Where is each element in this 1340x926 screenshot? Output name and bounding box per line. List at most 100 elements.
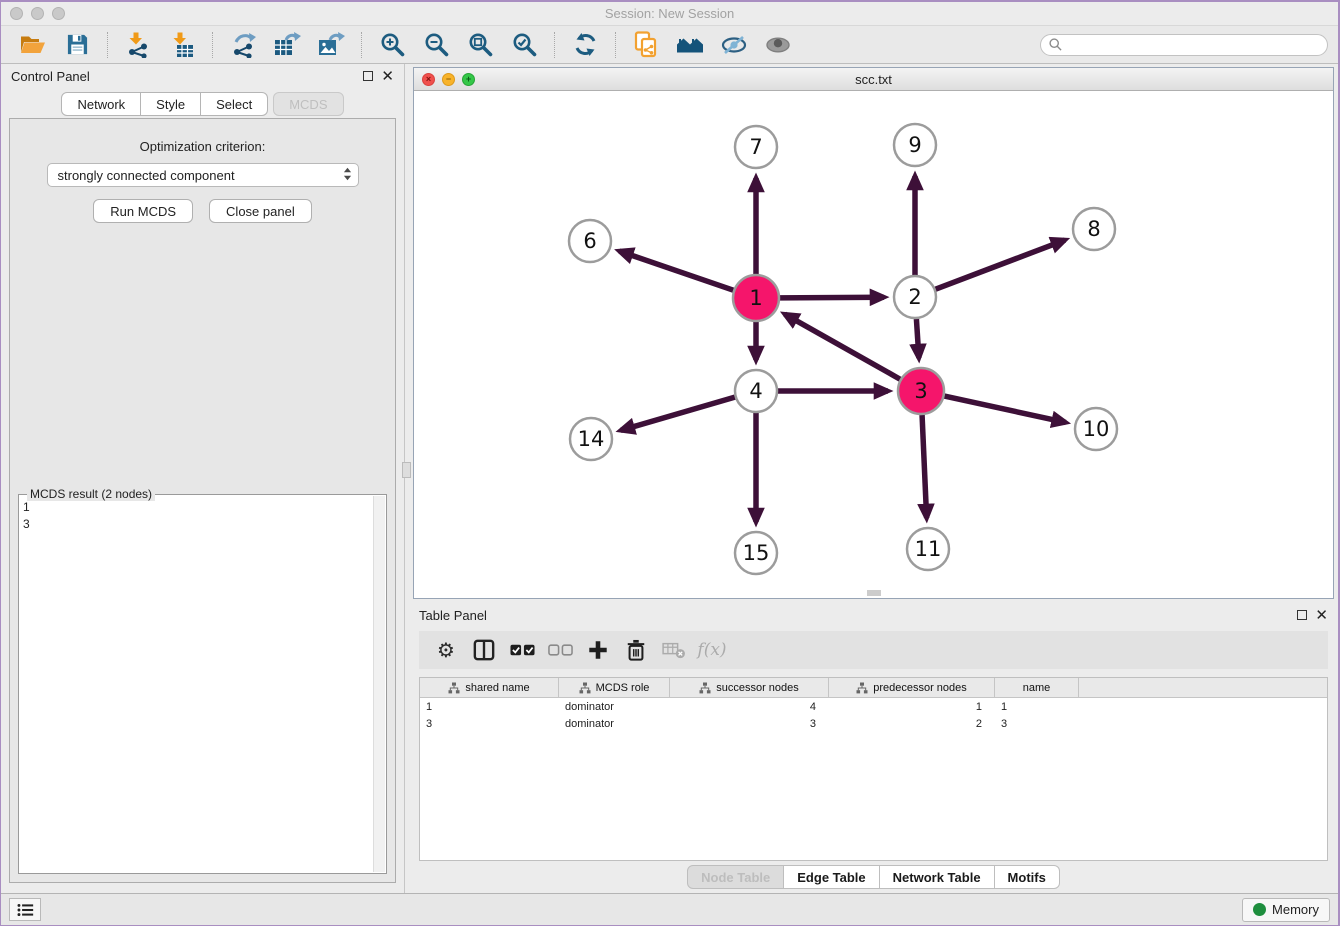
column-header-predecessor-nodes[interactable]: predecessor nodes [829,678,995,697]
close-panel-button[interactable]: Close panel [209,199,312,223]
mcds-result-value: 3 [23,516,372,533]
column-header-successor-nodes[interactable]: successor nodes [670,678,829,697]
optimization-criterion-dropdown[interactable]: strongly connected component [47,163,359,187]
table-row[interactable]: 3 dominator 3 2 3 [420,715,1327,732]
svg-text:7: 7 [749,135,762,159]
cell-name[interactable]: 1 [995,701,1079,713]
tab-select[interactable]: Select [201,92,268,116]
svg-text:8: 8 [1087,217,1100,241]
add-column-icon[interactable] [583,636,613,664]
task-history-button[interactable] [9,898,41,921]
delete-icon[interactable] [621,636,651,664]
splitter-grip-icon[interactable] [402,462,411,478]
cell-successor-nodes[interactable]: 3 [670,718,829,730]
zoom-out-icon[interactable] [422,31,450,59]
toolbar-separator [361,32,362,58]
cell-name[interactable]: 3 [995,718,1079,730]
import-network-icon[interactable] [124,31,152,59]
cell-shared-name[interactable]: 1 [420,701,559,713]
attribute-type-icon [699,682,711,694]
tab-node-table[interactable]: Node Table [687,865,784,889]
zoom-selected-icon[interactable] [510,31,538,59]
attribute-type-icon [856,682,868,694]
float-panel-icon[interactable] [363,71,373,81]
tab-edge-table[interactable]: Edge Table [784,865,879,889]
toolbar-separator [212,32,213,58]
run-mcds-button[interactable]: Run MCDS [93,199,193,223]
import-table-icon[interactable] [168,31,196,59]
network-window-titlebar[interactable]: scc.txt × − + [414,68,1333,91]
table-toolbar: ⚙ [419,631,1328,669]
gear-icon[interactable]: ⚙ [431,636,461,664]
tab-network[interactable]: Network [61,92,141,116]
search-icon [1049,38,1062,51]
svg-text:6: 6 [583,229,596,253]
tab-mcds[interactable]: MCDS [273,92,343,116]
column-header-mcds-role[interactable]: MCDS role [559,678,670,697]
tab-style[interactable]: Style [141,92,201,116]
table-row[interactable]: 1 dominator 4 1 1 [420,698,1327,715]
svg-text:4: 4 [749,379,762,403]
float-table-panel-icon[interactable] [1297,610,1307,620]
panel-splitter[interactable] [404,64,409,893]
minimize-view-button[interactable]: − [442,73,455,86]
zoom-in-icon[interactable] [378,31,406,59]
hide-graphics-icon[interactable] [720,31,748,59]
svg-text:11: 11 [915,537,942,561]
zoom-fit-icon[interactable] [466,31,494,59]
dropdown-value: strongly connected component [58,168,235,183]
close-table-panel-icon[interactable]: ✕ [1315,608,1328,623]
cell-mcds-role[interactable]: dominator [559,701,670,713]
column-header-shared-name[interactable]: shared name [420,678,559,697]
export-table-icon[interactable] [273,31,301,59]
node-table[interactable]: shared name MCDS role successor nodes [419,677,1328,861]
function-builder-icon: f(x) [697,636,727,664]
svg-text:9: 9 [908,133,921,157]
network-canvas[interactable]: 7968124314101511 [414,91,1333,598]
toolbar-separator [554,32,555,58]
cell-successor-nodes[interactable]: 4 [670,701,829,713]
cell-shared-name[interactable]: 3 [420,718,559,730]
copy-view-icon[interactable] [632,31,660,59]
close-panel-icon[interactable]: ✕ [381,69,394,84]
split-columns-icon[interactable] [469,636,499,664]
cell-mcds-role[interactable]: dominator [559,718,670,730]
cell-predecessor-nodes[interactable]: 2 [829,718,995,730]
show-graphics-icon[interactable] [764,31,792,59]
attribute-type-icon [579,682,591,694]
clear-checkboxes-icon[interactable] [545,636,575,664]
refresh-icon[interactable] [571,31,599,59]
network-window-title: scc.txt [414,72,1333,87]
search-field[interactable] [1040,34,1328,56]
tab-network-table[interactable]: Network Table [880,865,995,889]
column-header-name[interactable]: name [995,678,1079,697]
status-bar: Memory [1,893,1338,925]
app-window: Session: New Session [0,0,1340,926]
list-icon [17,903,34,917]
result-scrollbar[interactable] [373,496,385,872]
svg-text:14: 14 [578,427,605,451]
export-image-icon[interactable] [317,31,345,59]
canvas-grip-icon[interactable] [867,590,881,596]
tab-motifs[interactable]: Motifs [995,865,1060,889]
maximize-view-button[interactable]: + [462,73,475,86]
cell-predecessor-nodes[interactable]: 1 [829,701,995,713]
export-network-icon[interactable] [229,31,257,59]
search-input[interactable] [1067,38,1319,52]
table-panel: Table Panel ✕ ⚙ [409,603,1338,893]
mcds-result-group: MCDS result (2 nodes) 1 3 [18,494,387,874]
memory-button[interactable]: Memory [1242,898,1330,922]
chevron-updown-icon [343,166,352,185]
home-views-icon[interactable] [676,31,704,59]
close-view-button[interactable]: × [422,73,435,86]
control-panel-tabs: Network Style Select MCDS [1,88,404,116]
control-panel: Control Panel ✕ Network Style Select MCD… [1,64,404,893]
table-header: shared name MCDS role successor nodes [420,678,1327,698]
mcds-result-list[interactable]: 1 3 [23,499,372,871]
save-session-icon[interactable] [63,31,91,59]
select-all-checkboxes-icon[interactable] [507,636,537,664]
memory-label: Memory [1272,902,1319,917]
memory-status-icon [1253,903,1266,916]
network-graph[interactable]: 7968124314101511 [414,91,1333,594]
open-session-icon[interactable] [19,31,47,59]
